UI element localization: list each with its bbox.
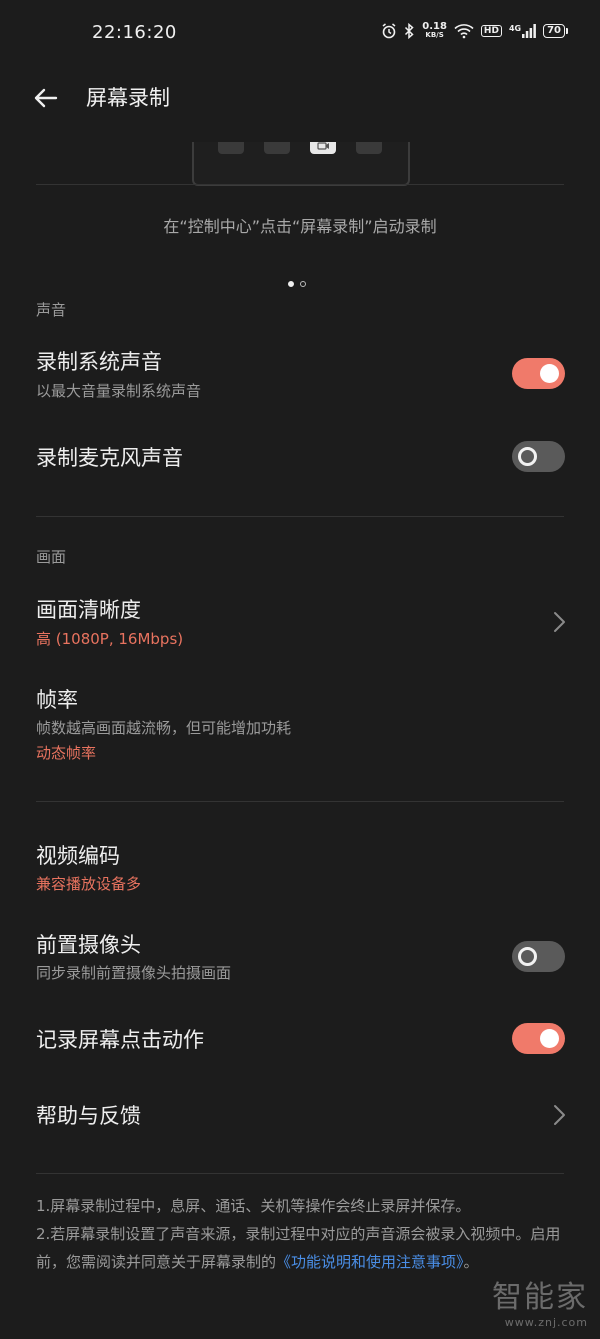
signal-type-label: 4G bbox=[508, 24, 522, 33]
usage-hint: 在“控制中心”点击“屏幕录制”启动录制 bbox=[163, 217, 437, 236]
cellular-signal: 4G bbox=[509, 24, 536, 38]
setting-front-camera[interactable]: 前置摄像头 同步录制前置摄像头拍摄画面 bbox=[0, 926, 600, 992]
setting-record-system-sound[interactable]: 录制系统声音 以最大音量录制系统声音 bbox=[0, 342, 600, 408]
system-sound-toggle[interactable] bbox=[512, 358, 565, 389]
watermark: 智能家 www.znj.com bbox=[492, 1272, 588, 1329]
setting-title: 视频编码 bbox=[36, 844, 120, 868]
toggle-knob bbox=[540, 364, 559, 383]
setting-subtitle: 以最大音量录制系统声音 bbox=[36, 382, 202, 400]
setting-title: 帧率 bbox=[36, 688, 78, 712]
network-speed: 0.18 KB/S bbox=[422, 22, 447, 40]
toggle-knob bbox=[518, 947, 537, 966]
page-title: 屏幕录制 bbox=[86, 86, 170, 110]
setting-value: 兼容播放设备多 bbox=[36, 875, 142, 893]
wifi-icon bbox=[454, 24, 474, 39]
battery-level: 70 bbox=[543, 24, 565, 38]
note-line-1: 1.屏幕录制过程中，息屏、通话、关机等操作会终止录屏并保存。 bbox=[36, 1197, 471, 1215]
bluetooth-icon bbox=[405, 23, 414, 39]
setting-title: 录制麦克风声音 bbox=[36, 446, 183, 470]
setting-title: 画面清晰度 bbox=[36, 598, 141, 622]
toggle-knob bbox=[540, 1029, 559, 1048]
usage-notes-link[interactable]: 《功能说明和使用注意事项》 bbox=[276, 1253, 464, 1271]
setting-frame-rate[interactable]: 帧率 帧数越高画面越流畅，但可能增加功耗 动态帧率 bbox=[0, 680, 600, 770]
setting-value: 动态帧率 bbox=[36, 744, 97, 762]
setting-help-feedback[interactable]: 帮助与反馈 bbox=[0, 1086, 600, 1146]
setting-video-codec[interactable]: 视频编码 兼容播放设备多 bbox=[0, 836, 600, 902]
chevron-right-icon bbox=[554, 612, 565, 632]
battery-indicator: 70 bbox=[543, 24, 568, 38]
network-speed-unit: KB/S bbox=[425, 31, 444, 39]
status-icons: 0.18 KB/S HD 4G 70 bbox=[381, 22, 568, 40]
watermark-brand: 智能家 bbox=[492, 1280, 588, 1315]
setting-record-taps[interactable]: 记录屏幕点击动作 bbox=[0, 1008, 600, 1068]
setting-title: 前置摄像头 bbox=[36, 933, 141, 957]
control-center-preview bbox=[192, 142, 410, 186]
status-time: 22:16:20 bbox=[92, 22, 177, 43]
preview-tile bbox=[264, 142, 290, 154]
hd-badge: HD bbox=[480, 25, 502, 37]
setting-picture-clarity[interactable]: 画面清晰度 高 (1080P, 16Mbps) bbox=[0, 590, 600, 656]
setting-subtitle: 同步录制前置摄像头拍摄画面 bbox=[36, 964, 232, 982]
record-icon bbox=[317, 142, 329, 150]
mic-sound-toggle[interactable] bbox=[512, 441, 565, 472]
front-camera-toggle[interactable] bbox=[512, 941, 565, 972]
back-button[interactable] bbox=[30, 82, 62, 114]
battery-cap bbox=[566, 28, 568, 34]
chevron-right-icon bbox=[554, 1105, 565, 1125]
setting-title: 记录屏幕点击动作 bbox=[36, 1028, 204, 1052]
status-bar: 22:16:20 0.18 KB/S HD 4G 70 bbox=[0, 0, 600, 66]
app-header: 屏幕录制 bbox=[0, 66, 600, 142]
setting-title: 录制系统声音 bbox=[36, 350, 162, 374]
back-arrow-icon bbox=[34, 88, 58, 108]
network-speed-value: 0.18 bbox=[422, 21, 447, 32]
setting-subtitle: 帧数越高画面越流畅，但可能增加功耗 bbox=[36, 719, 292, 737]
tap-record-toggle[interactable] bbox=[512, 1023, 565, 1054]
disclaimer-notes: 1.屏幕录制过程中，息屏、通话、关机等操作会终止录屏并保存。 2.若屏幕录制设置… bbox=[36, 1192, 568, 1276]
watermark-url: www.znj.com bbox=[504, 1316, 588, 1329]
divider bbox=[36, 1173, 564, 1174]
preview-tile bbox=[356, 142, 382, 154]
divider bbox=[36, 516, 564, 517]
screen-record-tile-icon bbox=[310, 142, 336, 154]
signal-bars-icon bbox=[522, 24, 536, 38]
note-line-2-end: 。 bbox=[463, 1253, 479, 1271]
note-line-2: 2.若屏幕录制设置了声音来源，录制过程中对应的声音源会被录入视频中。启用前，您需… bbox=[36, 1220, 568, 1276]
divider bbox=[36, 184, 564, 185]
setting-value: 高 (1080P, 16Mbps) bbox=[36, 630, 184, 648]
toggle-knob bbox=[518, 447, 537, 466]
section-label-picture: 画面 bbox=[36, 548, 67, 566]
page-dot[interactable] bbox=[300, 281, 306, 287]
divider bbox=[36, 801, 564, 802]
page-dot-active[interactable] bbox=[288, 281, 294, 287]
alarm-icon bbox=[382, 23, 396, 39]
page-indicator bbox=[288, 281, 306, 287]
preview-tile bbox=[218, 142, 244, 154]
setting-record-mic-sound[interactable]: 录制麦克风声音 bbox=[0, 426, 600, 486]
setting-title: 帮助与反馈 bbox=[36, 1104, 141, 1128]
section-label-sound: 声音 bbox=[36, 301, 67, 319]
